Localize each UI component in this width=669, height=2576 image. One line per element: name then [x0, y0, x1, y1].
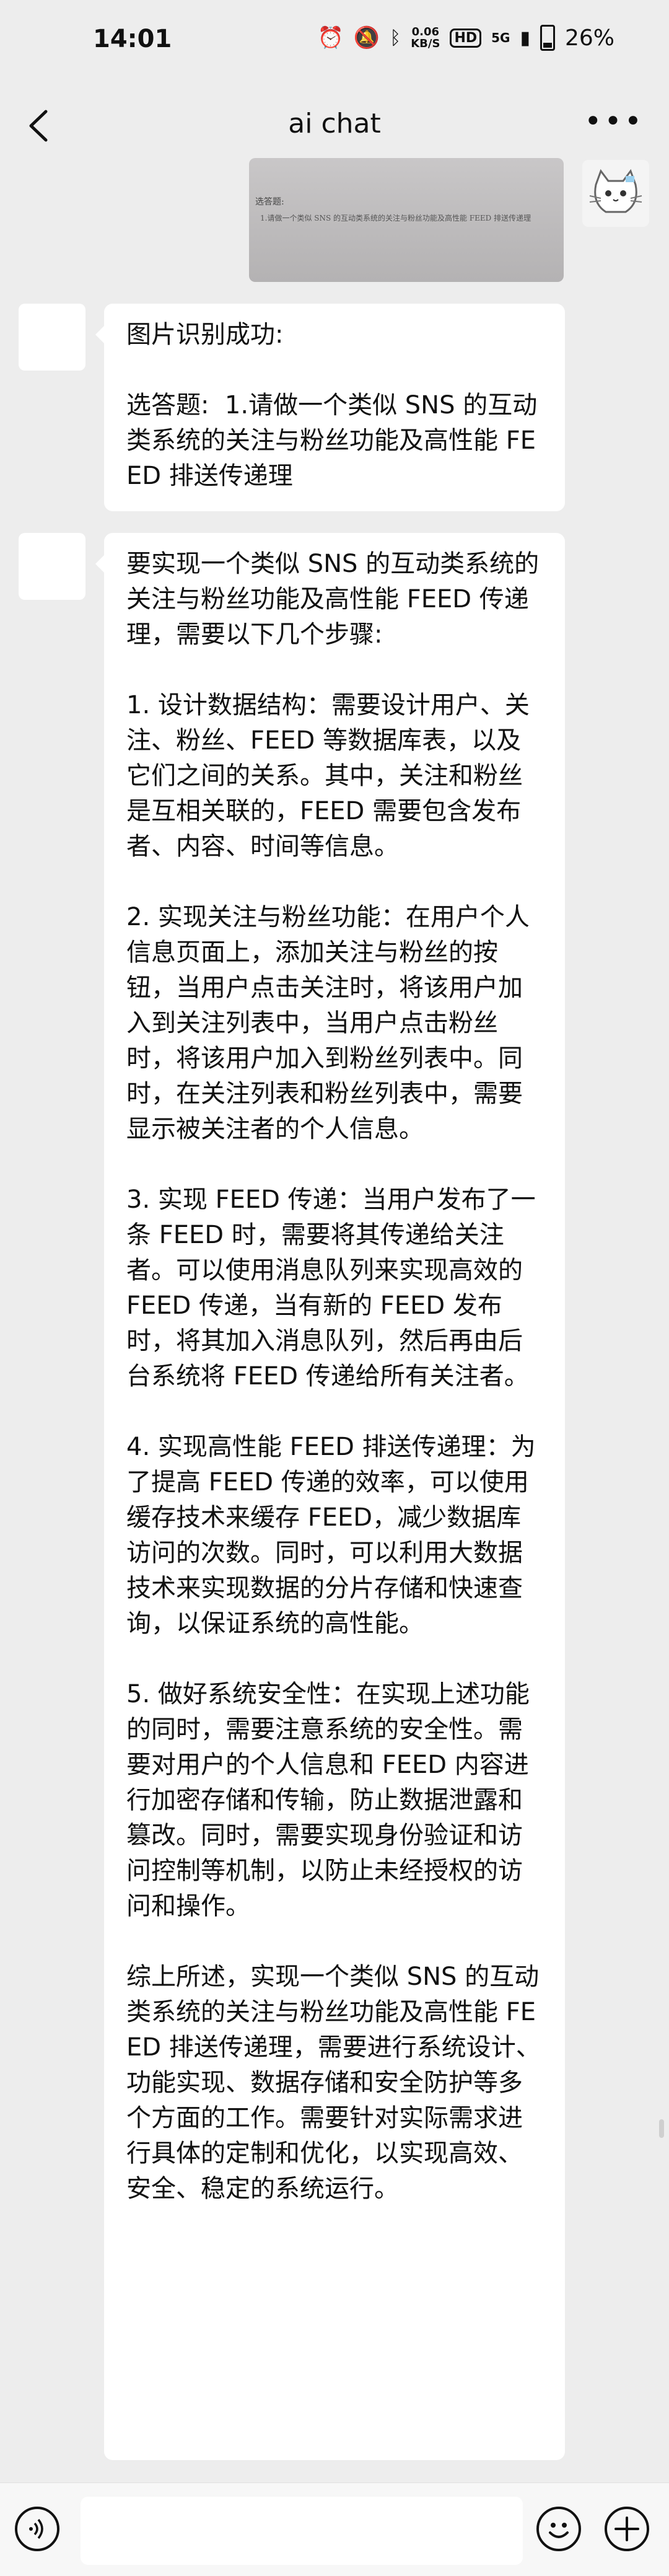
bot-avatar[interactable] — [19, 304, 85, 371]
voice-input-button[interactable] — [15, 2507, 59, 2551]
chat-title: ai chat — [288, 108, 381, 139]
alarm-icon: ⏰ — [317, 25, 344, 50]
more-actions-button[interactable] — [605, 2507, 649, 2551]
image-text-line1: 选答题: — [255, 197, 284, 207]
bot-message-bubble[interactable]: 要实现一个类似 SNS 的互动类系统的关注与粉丝功能及高性能 FEED 传递理，… — [95, 533, 565, 2460]
input-bar — [0, 2482, 669, 2576]
battery-percent: 26% — [564, 25, 614, 51]
scroll-indicator[interactable] — [659, 2119, 664, 2138]
voice-icon — [29, 2518, 43, 2539]
bot-avatar[interactable] — [19, 533, 85, 600]
mute-icon: 🔕 — [353, 25, 380, 50]
status-bar: 14:01 ⏰ 🔕 ᛒ 0.06 KB/S HD 5G ▮ 26% — [0, 0, 669, 81]
image-message[interactable]: 选答题: 1.请做一个类似 SNS 的互动类系统的关注与粉丝功能及高性能 FEE… — [249, 158, 564, 282]
signal-bars-icon: ▮ — [520, 27, 530, 49]
message-input[interactable] — [81, 2497, 523, 2565]
signal-5g-icon: 5G — [491, 30, 510, 45]
battery-icon — [540, 25, 555, 51]
hd-badge: HD — [450, 28, 482, 48]
more-options-icon[interactable]: ••• — [584, 107, 644, 136]
status-icons: ⏰ 🔕 ᛒ 0.06 KB/S HD 5G ▮ 26% — [318, 25, 614, 51]
bot-message-bubble[interactable]: 图片识别成功: 选答题: 1.请做一个类似 SNS 的互动类系统的关注与粉丝功能… — [95, 304, 565, 511]
emoji-icon — [549, 2523, 569, 2538]
status-time: 14:01 — [93, 25, 172, 53]
user-avatar[interactable] — [582, 160, 649, 227]
emoji-button[interactable] — [536, 2507, 581, 2551]
cat-avatar-icon — [582, 160, 649, 227]
image-text-line2: 1.请做一个类似 SNS 的互动类系统的关注与粉丝功能及高性能 FEED 排送传… — [260, 214, 531, 222]
network-speed: 0.06 KB/S — [411, 25, 440, 50]
bluetooth-icon: ᛒ — [390, 27, 401, 49]
plus-icon — [614, 2517, 639, 2541]
